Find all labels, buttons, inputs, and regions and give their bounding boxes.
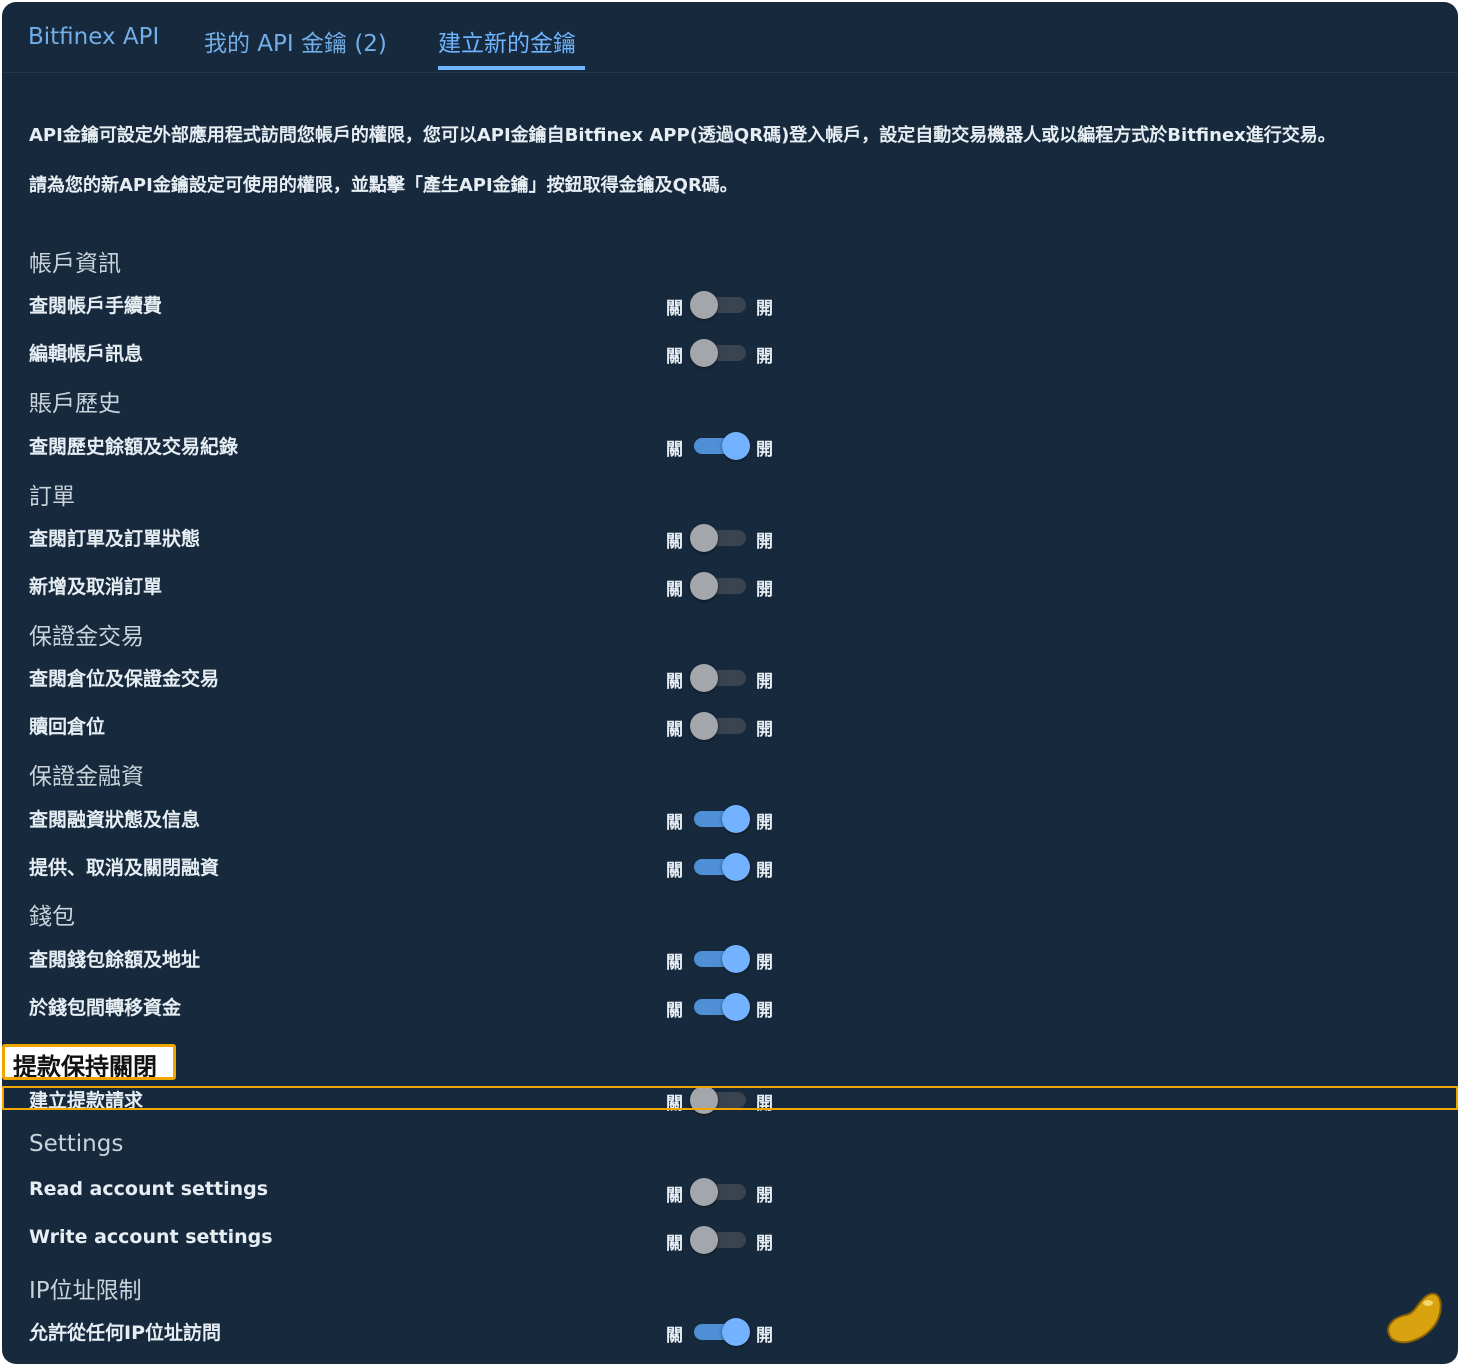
section-title: 保證金融資 <box>29 764 144 790</box>
intro-text: API金鑰可設定外部應用程式訪問您帳戶的權限，您可以API金鑰自Bitfinex… <box>29 125 1336 146</box>
permission-toggle[interactable] <box>690 804 750 834</box>
permission-toggle[interactable] <box>690 1317 750 1347</box>
active-tab-indicator <box>438 66 585 70</box>
toggle-on-label: 開 <box>756 1186 773 1206</box>
toggle-on-label: 開 <box>756 813 773 833</box>
tab-bar: Bitfinex API 我的 API 金鑰 (2) 建立新的金鑰 <box>2 2 1458 73</box>
section-title: IP位址限制 <box>29 1278 142 1304</box>
section-title: Settings <box>29 1131 124 1157</box>
toggle-off-label: 關 <box>666 1234 683 1254</box>
toggle-off-label: 關 <box>666 299 683 319</box>
permission-toggle[interactable] <box>690 663 750 693</box>
permission-label: 查閱融資狀態及信息 <box>29 809 201 831</box>
tab-bitfinex-api[interactable]: Bitfinex API <box>28 24 159 50</box>
section-title: 訂單 <box>29 484 75 510</box>
toggle-knob <box>690 524 718 552</box>
toggle-knob <box>690 1178 718 1206</box>
toggle-off-label: 關 <box>666 953 683 973</box>
permission-toggle[interactable] <box>690 1225 750 1255</box>
permission-toggle[interactable] <box>690 711 750 741</box>
toggle-off-label: 關 <box>666 1186 683 1206</box>
toggle-knob <box>722 945 750 973</box>
toggle-on-label: 開 <box>756 1326 773 1346</box>
toggle-knob <box>722 1318 750 1346</box>
toggle-off-label: 關 <box>666 1326 683 1346</box>
withdrawal-highlight-box <box>2 1086 1458 1110</box>
permission-label: 查閱帳戶手續費 <box>29 295 163 317</box>
toggle-knob <box>722 993 750 1021</box>
permission-label: 編輯帳戶訊息 <box>29 343 144 365</box>
toggle-on-label: 開 <box>756 953 773 973</box>
toggle-off-label: 關 <box>666 347 683 367</box>
section-title: 保證金交易 <box>29 624 144 650</box>
toggle-off-label: 關 <box>666 813 683 833</box>
toggle-knob <box>722 805 750 833</box>
bean-mascot-icon[interactable] <box>1382 1287 1444 1349</box>
toggle-knob <box>690 664 718 692</box>
toggle-knob <box>690 339 718 367</box>
permission-label: Read account settings <box>29 1178 269 1200</box>
toggle-on-label: 開 <box>756 720 773 740</box>
toggle-off-label: 關 <box>666 861 683 881</box>
tab-my-api-keys[interactable]: 我的 API 金鑰 (2) <box>204 24 387 58</box>
permission-toggle[interactable] <box>690 431 750 461</box>
toggle-knob <box>690 1226 718 1254</box>
toggle-off-label: 關 <box>666 672 683 692</box>
permission-toggle[interactable] <box>690 1177 750 1207</box>
permission-label: 查閱訂單及訂單狀態 <box>29 528 201 550</box>
permission-toggle[interactable] <box>690 852 750 882</box>
toggle-off-label: 關 <box>666 720 683 740</box>
toggle-on-label: 開 <box>756 440 773 460</box>
toggle-on-label: 開 <box>756 1234 773 1254</box>
toggle-knob <box>722 853 750 881</box>
permission-label: 允許從任何IP位址訪問 <box>29 1322 221 1344</box>
permission-toggle[interactable] <box>690 290 750 320</box>
permission-toggle[interactable] <box>690 992 750 1022</box>
permission-label: 查閱歷史餘額及交易紀錄 <box>29 436 239 458</box>
toggle-off-label: 關 <box>666 532 683 552</box>
tab-create-new-key[interactable]: 建立新的金鑰 <box>438 24 576 58</box>
permission-toggle[interactable] <box>690 571 750 601</box>
toggle-on-label: 開 <box>756 672 773 692</box>
permission-toggle[interactable] <box>690 338 750 368</box>
permission-label: 贖回倉位 <box>29 716 106 738</box>
toggle-off-label: 關 <box>666 440 683 460</box>
toggle-knob <box>722 432 750 460</box>
toggle-on-label: 開 <box>756 1001 773 1021</box>
section-title: 錢包 <box>29 904 75 930</box>
api-key-window: Bitfinex API 我的 API 金鑰 (2) 建立新的金鑰 API金鑰可… <box>2 2 1458 1364</box>
toggle-off-label: 關 <box>666 1001 683 1021</box>
permission-toggle[interactable] <box>690 944 750 974</box>
toggle-on-label: 開 <box>756 580 773 600</box>
annotation-label: 提款保持關閉 <box>2 1044 176 1080</box>
toggle-on-label: 開 <box>756 347 773 367</box>
toggle-knob <box>690 291 718 319</box>
permission-label: 提供、取消及關閉融資 <box>29 857 220 879</box>
permission-label: 新增及取消訂單 <box>29 576 163 598</box>
instruction-text: 請為您的新API金鑰設定可使用的權限，並點擊「產生API金鑰」按鈕取得金鑰及QR… <box>29 175 738 196</box>
permission-label: 查閱錢包餘額及地址 <box>29 949 201 971</box>
permission-toggle[interactable] <box>690 523 750 553</box>
toggle-knob <box>690 712 718 740</box>
toggle-on-label: 開 <box>756 299 773 319</box>
toggle-on-label: 開 <box>756 532 773 552</box>
permission-label: Write account settings <box>29 1226 273 1248</box>
section-title: 帳戶資訊 <box>29 251 121 277</box>
permission-label: 於錢包間轉移資金 <box>29 997 182 1019</box>
toggle-off-label: 關 <box>666 580 683 600</box>
section-title: 賬戶歷史 <box>29 391 121 417</box>
toggle-knob <box>690 572 718 600</box>
permission-label: 查閱倉位及保證金交易 <box>29 668 220 690</box>
toggle-on-label: 開 <box>756 861 773 881</box>
